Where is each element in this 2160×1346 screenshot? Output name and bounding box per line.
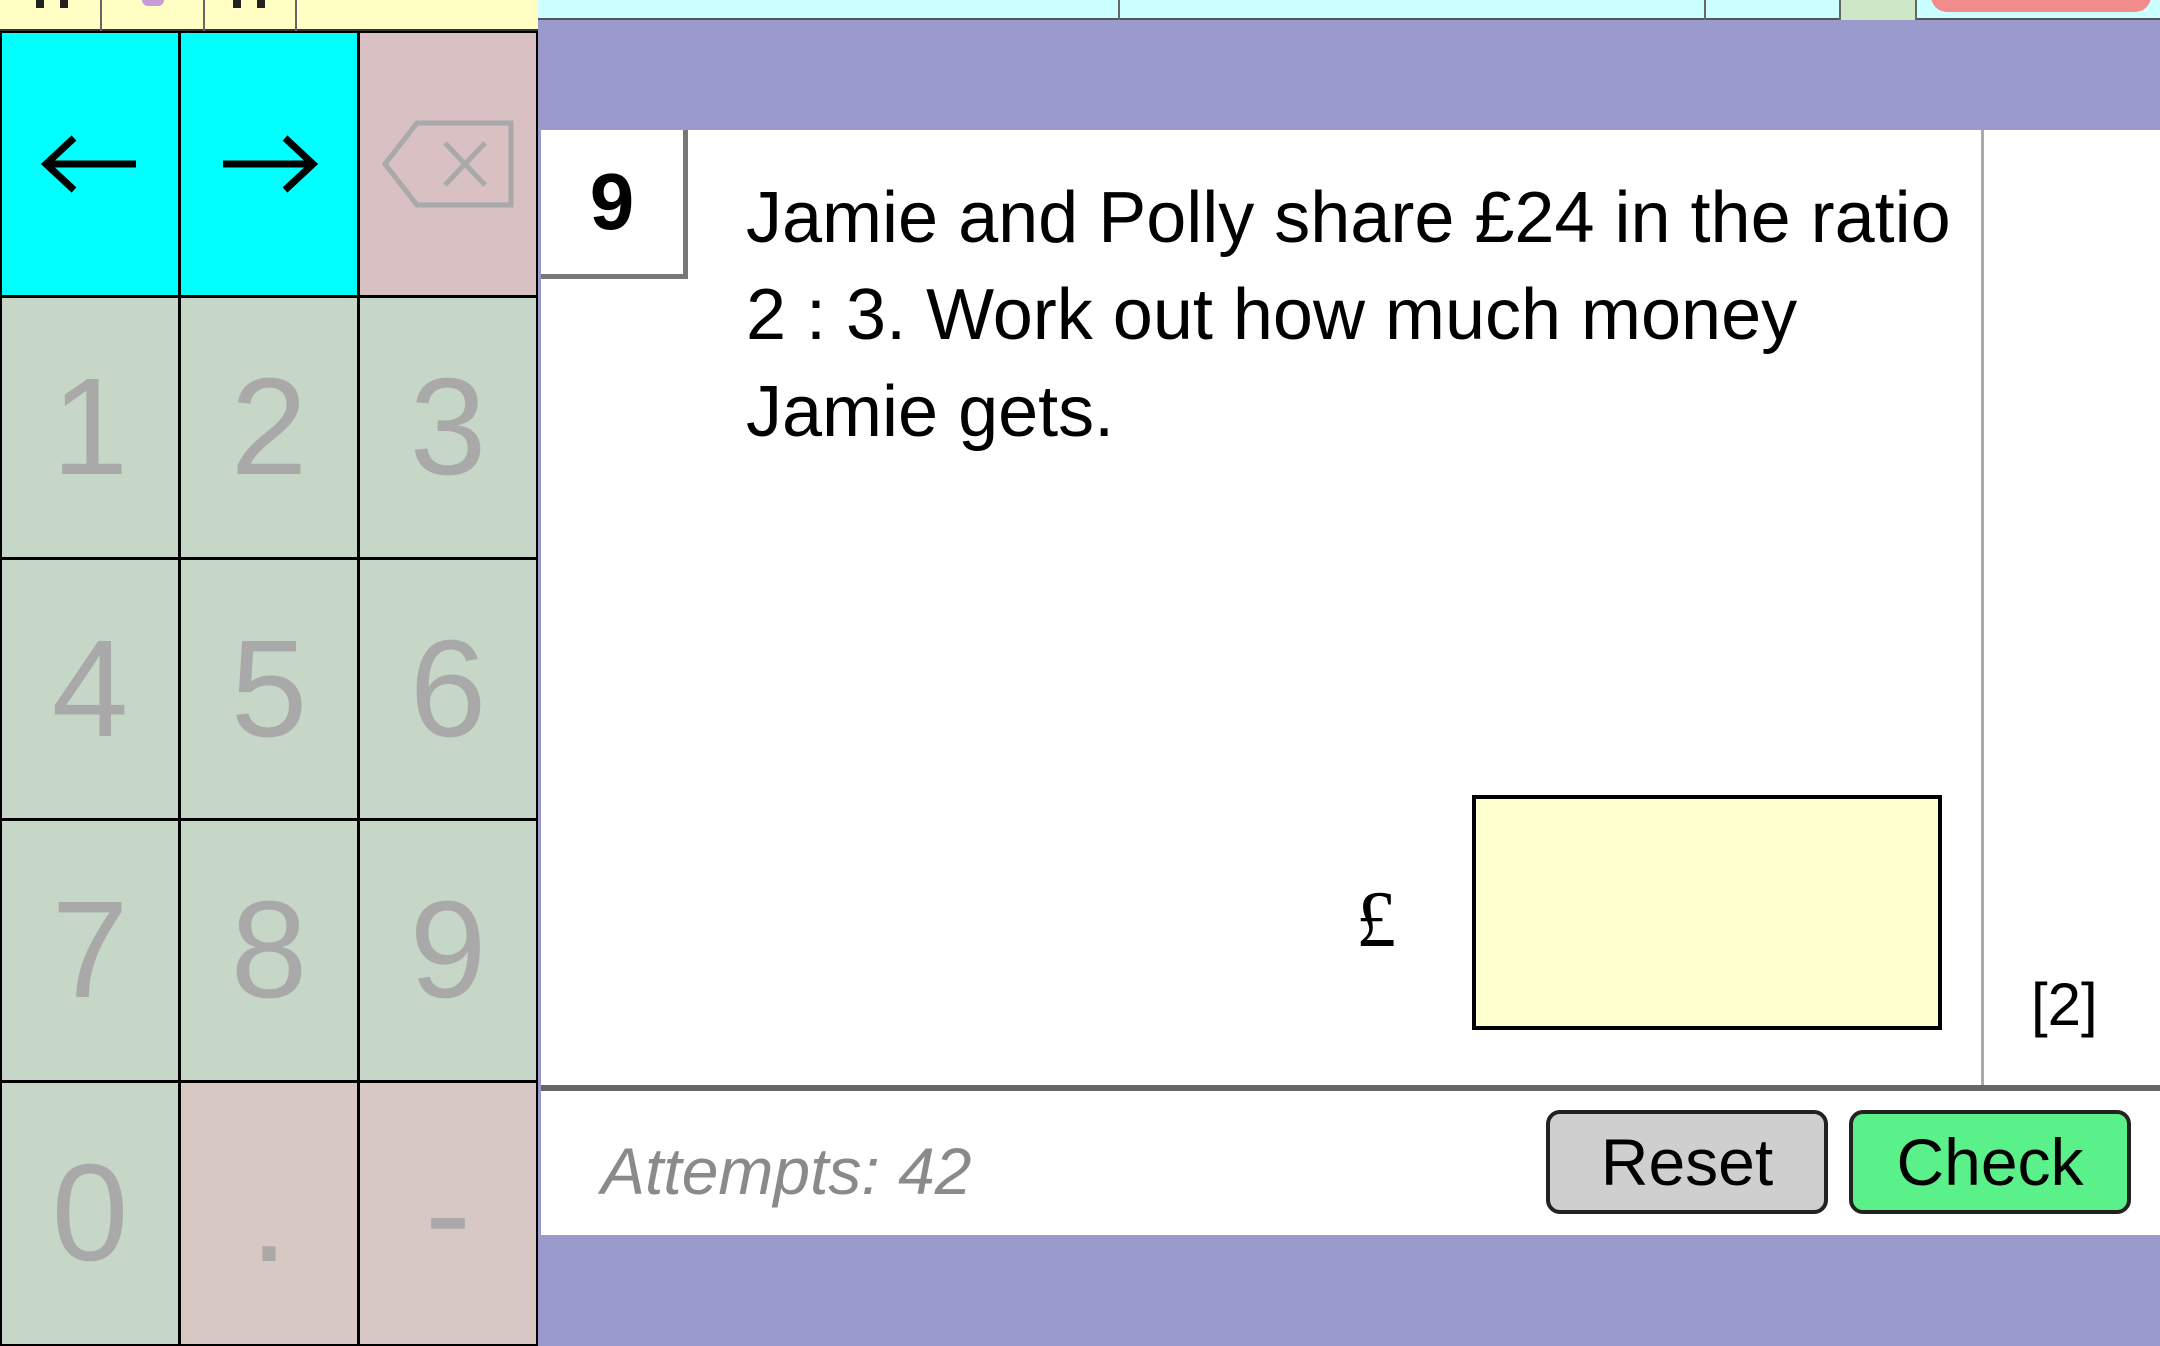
digit-key-2[interactable]: 2 — [181, 298, 357, 557]
minus-key[interactable]: - — [360, 1083, 536, 1344]
top-tab-strip — [538, 0, 2160, 20]
digit-key-3[interactable]: 3 — [360, 298, 536, 557]
digit-key-5[interactable]: 5 — [181, 560, 357, 818]
answer-input[interactable] — [1472, 795, 1942, 1030]
digit-key-1[interactable]: 1 — [2, 298, 178, 557]
digit-key-0[interactable]: 0 — [2, 1083, 178, 1344]
backspace-icon — [381, 120, 514, 208]
digit-key-8[interactable]: 8 — [181, 821, 357, 1080]
top-green-button[interactable] — [1839, 0, 1917, 20]
toolbar-mark — [60, 0, 68, 8]
digit-key-6[interactable]: 6 — [360, 560, 536, 818]
tab-divider — [1118, 0, 1120, 20]
marks-label: [2] — [2031, 971, 2098, 1038]
keypad: 1 2 3 4 5 6 7 8 9 0 . - — [0, 31, 538, 1346]
toolbar-segment[interactable] — [0, 0, 102, 31]
toolbar-mark — [36, 0, 44, 8]
toolbar-icon — [142, 0, 164, 6]
left-arrow-key[interactable] — [2, 33, 178, 295]
currency-symbol: £ — [1356, 876, 1396, 964]
right-arrow-key[interactable] — [181, 33, 357, 295]
top-red-button[interactable] — [1931, 0, 2151, 12]
toolbar-segment[interactable] — [203, 0, 297, 31]
backspace-key[interactable] — [360, 33, 536, 295]
toolbar-mark — [233, 0, 241, 8]
left-toolbar — [0, 0, 538, 31]
digit-key-7[interactable]: 7 — [2, 821, 178, 1080]
toolbar-mark — [257, 0, 265, 8]
decimal-key[interactable]: . — [181, 1083, 357, 1344]
question-text: Jamie and Polly share £24 in the ratio 2… — [746, 178, 1951, 452]
check-button[interactable]: Check — [1849, 1110, 2131, 1214]
action-bar: Attempts: 42 Reset Check — [541, 1091, 2160, 1235]
digit-key-9[interactable]: 9 — [360, 821, 536, 1080]
attempts-counter: Attempts: 42 — [601, 1134, 972, 1208]
tab-divider — [1704, 0, 1706, 20]
question-panel: 9 Jamie and Polly share £24 in the ratio… — [541, 130, 2160, 1091]
digit-key-4[interactable]: 4 — [2, 560, 178, 818]
question-number: 9 — [541, 130, 688, 279]
reset-button[interactable]: Reset — [1546, 1110, 1828, 1214]
marks-column-divider — [1981, 130, 1984, 1085]
toolbar-segment[interactable] — [100, 0, 205, 31]
arrow-left-icon — [40, 135, 136, 193]
arrow-right-icon — [223, 135, 319, 193]
